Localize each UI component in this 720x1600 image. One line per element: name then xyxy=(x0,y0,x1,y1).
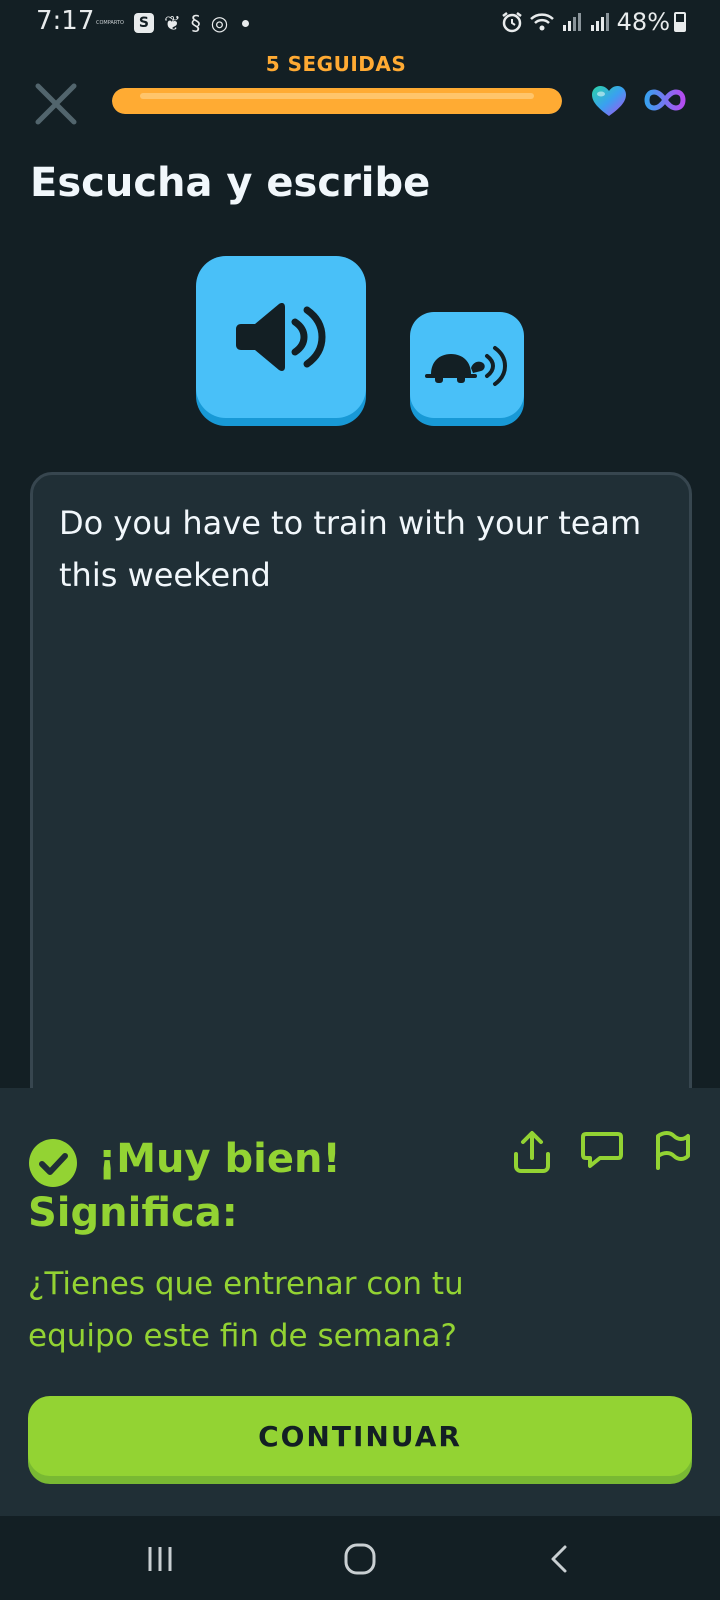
wifi-icon xyxy=(529,13,554,31)
continue-button[interactable]: CONTINUAR xyxy=(28,1396,692,1476)
system-icons: 48% xyxy=(501,6,670,38)
app-notification-text: COMPARTO xyxy=(96,20,124,26)
report-flag-icon[interactable] xyxy=(650,1128,694,1172)
back-button[interactable] xyxy=(530,1536,590,1582)
close-button[interactable] xyxy=(30,78,82,130)
target-icon: ◎ xyxy=(210,11,229,35)
answer-textarea[interactable]: Do you have to train with your team this… xyxy=(30,472,692,1172)
progress-fill xyxy=(112,88,562,114)
sync-icon: § xyxy=(190,11,201,35)
infinity-icon xyxy=(644,88,686,112)
streak-label: 5 SEGUIDAS xyxy=(265,52,407,76)
lesson-progress-bar xyxy=(112,88,562,114)
notification-icons: COMPARTO S ❦ § ◎ xyxy=(96,10,250,36)
turtle-icon xyxy=(425,346,508,386)
comment-icon[interactable] xyxy=(580,1128,624,1172)
meaning-label: Significa: xyxy=(28,1190,238,1236)
status-time: 7:17 xyxy=(36,6,95,36)
feedback-verdict: ¡Muy bien! xyxy=(98,1136,341,1182)
alarm-icon xyxy=(501,12,522,33)
back-icon xyxy=(551,1545,567,1573)
close-icon xyxy=(35,83,77,125)
answer-text: Do you have to train with your team this… xyxy=(59,504,642,594)
more-notifications-icon xyxy=(242,19,250,27)
signal-icon-2 xyxy=(590,13,609,31)
check-icon xyxy=(28,1138,78,1188)
share-icon[interactable] xyxy=(510,1130,554,1174)
recent-apps-button[interactable] xyxy=(130,1536,190,1582)
continue-label: CONTINUAR xyxy=(258,1419,462,1453)
battery-percent: 48% xyxy=(616,8,670,36)
status-bar: 7:17 COMPARTO S ❦ § ◎ 48% xyxy=(0,0,720,48)
play-slow-audio-button[interactable] xyxy=(410,312,524,418)
app-s-icon: S xyxy=(133,13,154,33)
heart-icon[interactable] xyxy=(590,84,628,118)
speaker-icon xyxy=(236,303,326,371)
battery-icon xyxy=(674,12,686,32)
exercise-title: Escucha y escribe xyxy=(30,160,431,206)
progress-shine xyxy=(140,93,534,99)
play-audio-button[interactable] xyxy=(196,256,366,418)
signal-icon xyxy=(562,13,581,31)
leaf-icon: ❦ xyxy=(163,11,181,35)
home-icon xyxy=(344,1543,376,1575)
meaning-translation: ¿Tienes que entrenar con tu equipo este … xyxy=(28,1266,464,1354)
recent-apps-icon xyxy=(148,1547,172,1571)
home-button[interactable] xyxy=(330,1536,390,1582)
